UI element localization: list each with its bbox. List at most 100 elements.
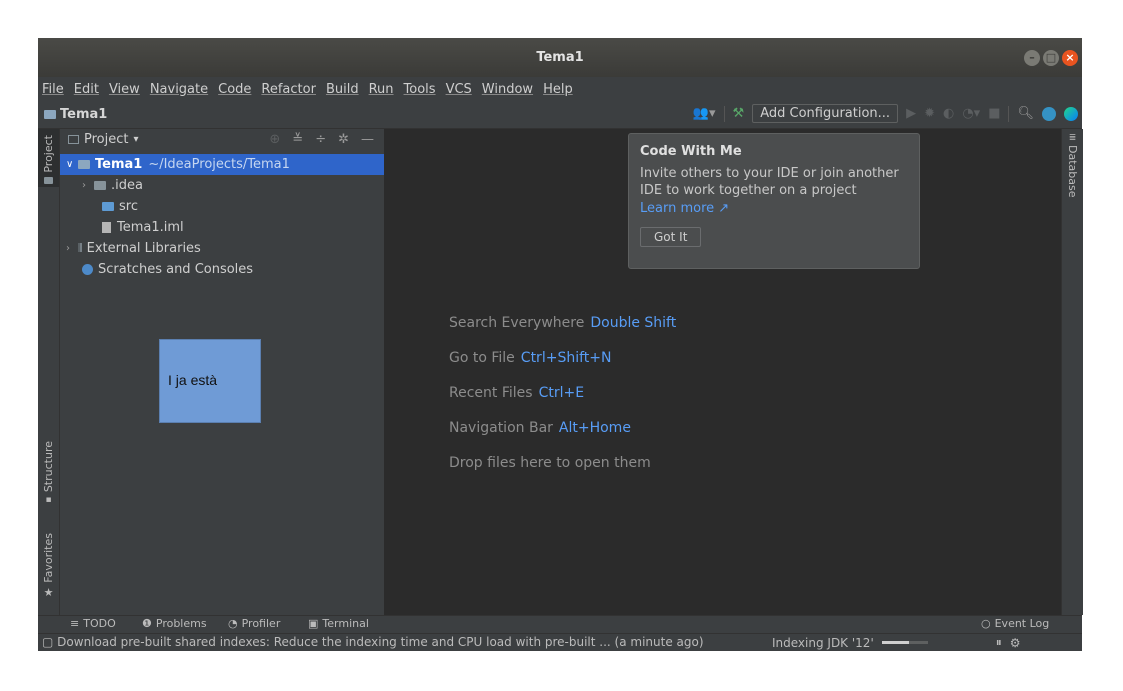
status-message-text: Download pre-built shared indexes: Reduc… xyxy=(57,635,704,649)
code-with-me-icon[interactable]: 👥▾ xyxy=(693,106,716,121)
title-bar: Tema1 – □ × xyxy=(38,38,1082,77)
hint-label: Go to File xyxy=(449,350,515,366)
tool-window-bar: ≡ TODO ❶ Problems ◔ Profiler ▣ Terminal ○ Eve… xyxy=(38,615,1082,633)
menu-tools[interactable]: Tools xyxy=(404,82,436,97)
hint-label: Search Everywhere xyxy=(449,315,585,331)
expand-all-icon[interactable]: ≚ xyxy=(292,132,303,147)
indexing-label: Indexing JDK '12' xyxy=(772,635,874,650)
breadcrumb-project[interactable]: Tema1 xyxy=(60,107,107,122)
toolbar-separator xyxy=(1008,105,1010,122)
chevron-down-icon[interactable]: ∨ xyxy=(66,159,78,170)
minimize-button[interactable]: – xyxy=(1024,50,1040,66)
maximize-button[interactable]: □ xyxy=(1043,50,1059,66)
close-button[interactable]: × xyxy=(1062,50,1078,66)
popup-text: Invite others to your IDE or join anothe… xyxy=(640,166,899,198)
search-icon[interactable]: 🔍︎ xyxy=(1017,106,1034,121)
tool-profiler[interactable]: ◔ Profiler xyxy=(228,617,280,630)
hint-go-to-file: Go to File Ctrl+Shift+N xyxy=(449,350,611,366)
module-folder-icon xyxy=(78,160,90,169)
menu-window[interactable]: Window xyxy=(482,82,533,97)
left-tool-strip: Project Structure ▪ Favorites ★ xyxy=(38,129,60,615)
build-hammer-icon[interactable]: ⚒ xyxy=(733,106,745,121)
profiler-icon: ◔ xyxy=(228,617,238,630)
folder-icon xyxy=(44,176,53,184)
hide-icon[interactable]: — xyxy=(361,132,374,147)
list-icon: ≡ xyxy=(70,617,80,630)
tree-item-scratches[interactable]: Scratches and Consoles xyxy=(60,259,384,280)
project-folder-icon xyxy=(44,110,56,119)
status-bar: ▢ Download pre-built shared indexes: Red… xyxy=(38,633,1082,651)
menu-file[interactable]: File xyxy=(42,82,64,97)
tool-profiler-label: Profiler xyxy=(241,617,281,630)
hint-shortcut: Ctrl+E xyxy=(538,385,585,401)
tab-favorites-label: Favorites xyxy=(42,533,55,583)
status-message[interactable]: ▢ Download pre-built shared indexes: Red… xyxy=(42,635,704,649)
project-panel-header: Project ▾ ⊕ ≚ ÷ ✲ — xyxy=(60,129,384,153)
menu-edit[interactable]: Edit xyxy=(74,82,99,97)
navigation-bar: Tema1 👥▾ ⚒ Add Configuration... ▶ ✹ ◐ ◔▾… xyxy=(38,101,1082,129)
library-icon: ⫼ xyxy=(78,243,83,254)
tool-terminal[interactable]: ▣ Terminal xyxy=(308,617,369,630)
hint-search-everywhere: Search Everywhere Double Shift xyxy=(449,315,676,331)
tab-database-label: Database xyxy=(1066,145,1079,198)
tab-project[interactable]: Project xyxy=(38,129,59,187)
collapse-all-icon[interactable]: ÷ xyxy=(315,132,326,147)
project-view-selector[interactable]: Project ▾ xyxy=(68,132,139,147)
menu-build[interactable]: Build xyxy=(326,82,359,97)
hint-shortcut: Double Shift xyxy=(590,315,677,331)
star-icon: ★ xyxy=(43,585,54,599)
menu-code[interactable]: Code xyxy=(218,82,251,97)
structure-icon: ▪ xyxy=(45,495,52,506)
scratches-icon xyxy=(82,264,93,275)
chevron-right-icon[interactable]: › xyxy=(66,243,78,254)
profile-icon[interactable]: ◔▾ xyxy=(962,106,980,121)
toolbox-icon[interactable] xyxy=(1064,106,1078,121)
problems-icon: ❶ xyxy=(142,617,152,630)
run-icon[interactable]: ▶ xyxy=(906,106,916,121)
breadcrumb[interactable]: Tema1 xyxy=(44,107,107,122)
tab-project-label: Project xyxy=(42,135,55,173)
menu-help[interactable]: Help xyxy=(543,82,573,97)
update-icon[interactable] xyxy=(1042,106,1056,121)
debug-icon[interactable]: ✹ xyxy=(924,106,935,121)
menu-run[interactable]: Run xyxy=(369,82,394,97)
tool-event-log[interactable]: ○ Event Log xyxy=(981,617,1049,630)
menu-refactor[interactable]: Refactor xyxy=(261,82,316,97)
tool-problems-label: Problems xyxy=(155,617,207,630)
menu-navigate[interactable]: Navigate xyxy=(150,82,208,97)
chevron-down-icon: ▾ xyxy=(133,134,139,145)
sticky-note: I ja està xyxy=(159,339,261,423)
tree-item-src[interactable]: src xyxy=(60,196,384,217)
hint-shortcut: Ctrl+Shift+N xyxy=(520,350,612,366)
stop-icon[interactable]: ■ xyxy=(988,106,1000,121)
tool-todo[interactable]: ≡ TODO xyxy=(70,617,116,630)
hint-drop-files: Drop files here to open them xyxy=(449,455,651,471)
chevron-right-icon[interactable]: › xyxy=(82,180,94,191)
tab-database[interactable]: ≣ Database xyxy=(1062,133,1083,203)
menu-vcs[interactable]: VCS xyxy=(446,82,472,97)
memory-indicator-icon[interactable]: ⚙ xyxy=(1010,636,1021,650)
got-it-button[interactable]: Got It xyxy=(640,227,702,247)
tree-item-external-libraries[interactable]: › ⫼ External Libraries xyxy=(60,238,384,259)
tree-item-iml[interactable]: Tema1.iml xyxy=(60,217,384,238)
add-configuration-button[interactable]: Add Configuration... xyxy=(752,104,899,123)
learn-more-link[interactable]: Learn more ↗ xyxy=(640,201,908,216)
tree-root-path: ~/IdeaProjects/Tema1 xyxy=(148,157,290,172)
tab-favorites[interactable]: Favorites ★ xyxy=(38,529,59,603)
window-toggle-icon[interactable]: ▢ xyxy=(42,635,53,649)
tree-item-idea[interactable]: › .idea xyxy=(60,175,384,196)
hint-label: Navigation Bar xyxy=(449,420,553,436)
tree-root[interactable]: ∨ Tema1 ~/IdeaProjects/Tema1 xyxy=(60,154,384,175)
popup-title: Code With Me xyxy=(640,144,742,159)
right-tool-strip: ≣ Database xyxy=(1061,129,1083,615)
database-icon: ≣ xyxy=(1068,133,1077,143)
tool-problems[interactable]: ❶ Problems xyxy=(142,617,207,630)
tree-item-label: src xyxy=(119,199,138,214)
pause-icon[interactable]: ⏸ xyxy=(996,635,1002,650)
tab-structure[interactable]: Structure ▪ xyxy=(38,437,59,515)
indexing-progress-fill xyxy=(881,641,910,644)
locate-icon[interactable]: ⊕ xyxy=(269,132,280,147)
menu-view[interactable]: View xyxy=(109,82,140,97)
coverage-icon[interactable]: ◐ xyxy=(943,106,954,121)
gear-icon[interactable]: ✲ xyxy=(338,132,349,147)
